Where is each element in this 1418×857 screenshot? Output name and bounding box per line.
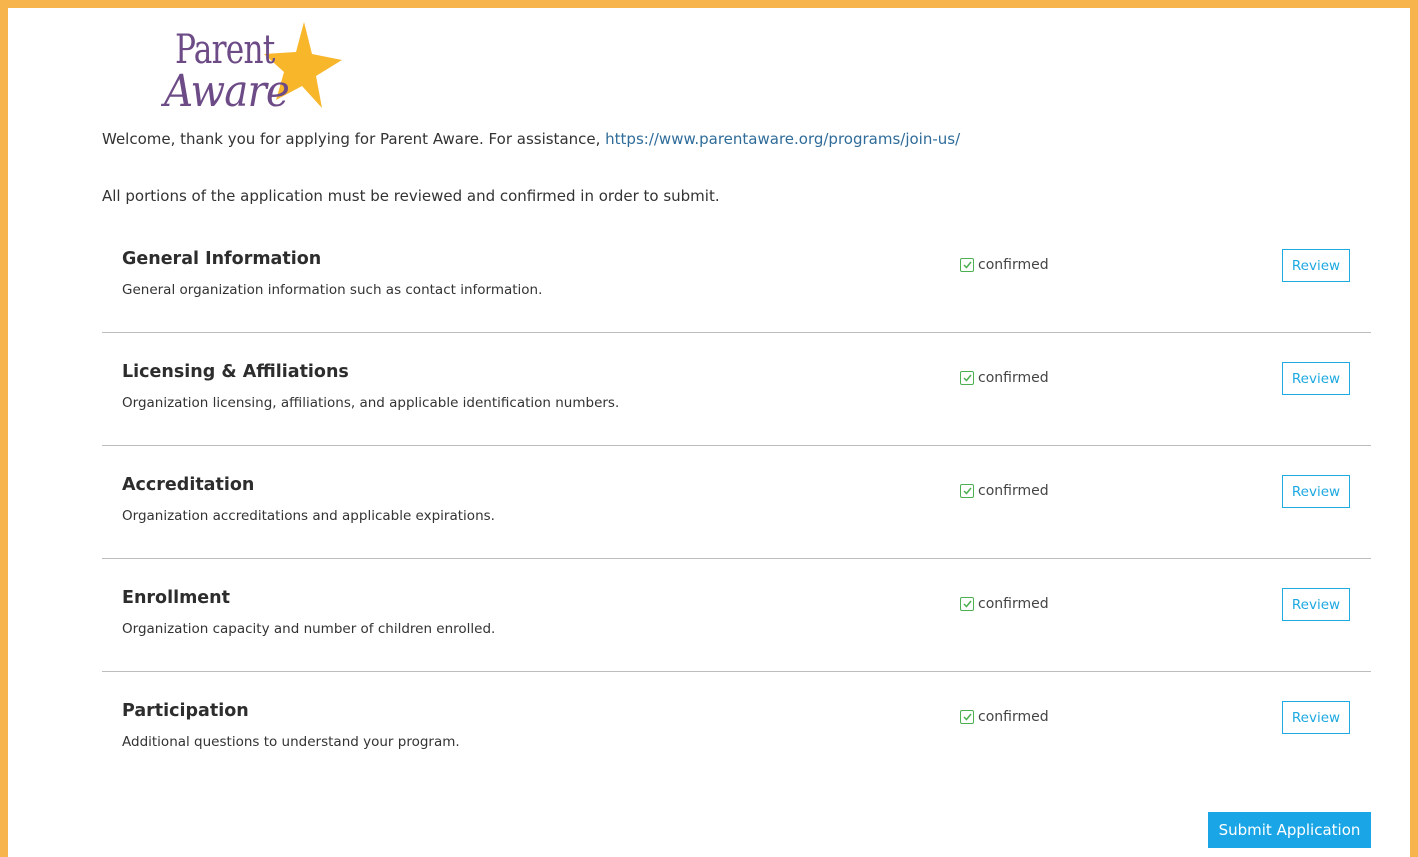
- section-accreditation: Accreditation Organization accreditation…: [102, 446, 1371, 559]
- welcome-message: Welcome, thank you for applying for Pare…: [102, 130, 606, 148]
- status-confirmed: confirmed: [960, 596, 1049, 612]
- review-button-general-information[interactable]: Review: [1282, 249, 1350, 282]
- section-description: Organization capacity and number of chil…: [122, 621, 496, 637]
- status-label: confirmed: [978, 596, 1049, 612]
- assistance-link[interactable]: https://www.parentaware.org/programs/joi…: [605, 130, 960, 148]
- section-title: Participation: [122, 701, 249, 721]
- review-button-participation[interactable]: Review: [1282, 701, 1350, 734]
- section-description: Organization licensing, affiliations, an…: [122, 395, 620, 411]
- section-description: Additional questions to understand your …: [122, 734, 460, 750]
- page-frame: Parent Aware Welcome, thank you for appl…: [0, 0, 1418, 857]
- review-button-enrollment[interactable]: Review: [1282, 588, 1350, 621]
- parent-aware-logo: Parent Aware: [158, 18, 348, 118]
- checkbox-checked-icon: [960, 371, 974, 385]
- section-title: General Information: [122, 249, 322, 269]
- welcome-text: Welcome, thank you for applying for Pare…: [102, 130, 960, 148]
- checkbox-checked-icon: [960, 484, 974, 498]
- section-title: Licensing & Affiliations: [122, 362, 349, 382]
- section-description: General organization information such as…: [122, 282, 543, 298]
- section-participation: Participation Additional questions to un…: [102, 672, 1371, 784]
- status-confirmed: confirmed: [960, 709, 1049, 725]
- status-confirmed: confirmed: [960, 483, 1049, 499]
- status-confirmed: confirmed: [960, 370, 1049, 386]
- status-label: confirmed: [978, 370, 1049, 386]
- section-title: Accreditation: [122, 475, 255, 495]
- review-button-licensing-affiliations[interactable]: Review: [1282, 362, 1350, 395]
- application-sections: General Information General organization…: [102, 220, 1371, 784]
- status-label: confirmed: [978, 483, 1049, 499]
- section-description: Organization accreditations and applicab…: [122, 508, 495, 524]
- section-title: Enrollment: [122, 588, 230, 608]
- status-label: confirmed: [978, 709, 1049, 725]
- checkbox-checked-icon: [960, 258, 974, 272]
- section-licensing-affiliations: Licensing & Affiliations Organization li…: [102, 333, 1371, 446]
- checkbox-checked-icon: [960, 710, 974, 724]
- logo-text-parent: Parent: [175, 27, 275, 73]
- logo-text-aware: Aware: [164, 66, 290, 117]
- status-label: confirmed: [978, 257, 1049, 273]
- section-general-information: General Information General organization…: [102, 220, 1371, 333]
- submit-notice: All portions of the application must be …: [102, 187, 720, 205]
- review-button-accreditation[interactable]: Review: [1282, 475, 1350, 508]
- checkbox-checked-icon: [960, 597, 974, 611]
- section-enrollment: Enrollment Organization capacity and num…: [102, 559, 1371, 672]
- status-confirmed: confirmed: [960, 257, 1049, 273]
- submit-application-button[interactable]: Submit Application: [1208, 812, 1371, 848]
